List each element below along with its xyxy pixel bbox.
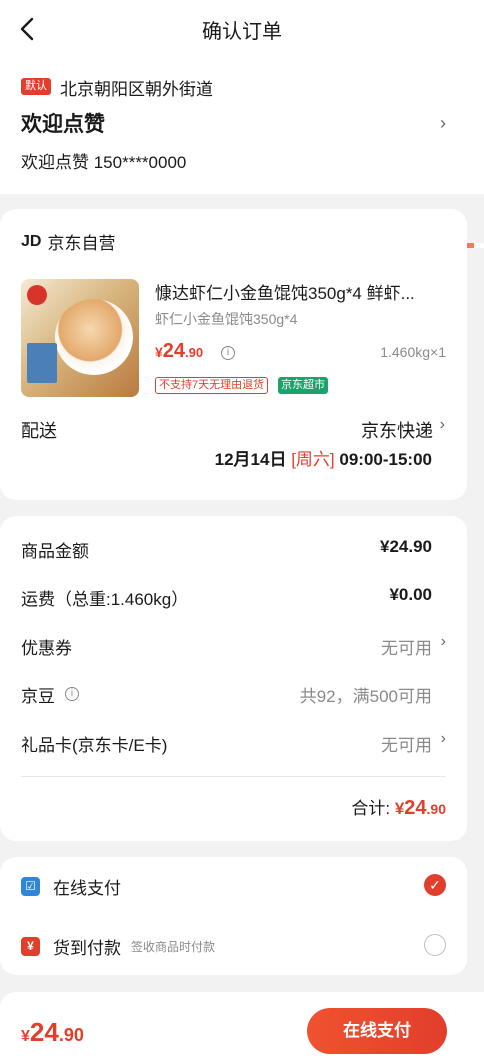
price-int: 24: [162, 340, 186, 362]
product-quantity: 1.460kg×1: [380, 344, 446, 360]
footer-price-dec: .90: [58, 1025, 84, 1045]
cod-pay-label: 货到付款: [53, 939, 121, 958]
coupon-value: 无可用: [381, 639, 432, 658]
radio-unchecked-icon[interactable]: [424, 934, 446, 956]
recipient-contact: 欢迎点赞 150****0000: [21, 153, 187, 172]
freight-label: 运费（总重:1.460kg）: [21, 590, 189, 609]
footer-total-price: ¥24.90: [21, 1017, 84, 1048]
order-item-card: JD 京东自营 慷达虾仁小金鱼馄饨350g*4 鲜虾... 虾仁小金鱼馄饨350…: [0, 209, 467, 500]
total-amount: ¥24.90: [394, 797, 446, 819]
gift-card-value: 无可用: [381, 736, 432, 755]
product-spec: 虾仁小金鱼馄饨350g*4: [155, 311, 298, 327]
footer-price-int: 24: [29, 1017, 59, 1047]
info-icon[interactable]: i: [221, 346, 235, 360]
goods-amount-row: 商品金额 ¥24.90: [21, 537, 446, 567]
chevron-right-icon[interactable]: ›: [440, 113, 446, 134]
payment-method-card: ☑ 在线支付 ✓ ¥ 货到付款 签收商品时付款: [0, 857, 467, 975]
radio-checked-icon[interactable]: ✓: [424, 874, 446, 896]
gift-card-label: 礼品卡(京东卡/E卡): [21, 736, 168, 755]
shipping-method[interactable]: 京东快递: [361, 417, 433, 443]
price-dec: .90: [185, 345, 204, 360]
chevron-right-icon: ›: [440, 730, 446, 747]
total-symbol: ¥: [394, 799, 405, 818]
payment-option-cod[interactable]: ¥ 货到付款 签收商品时付款: [21, 934, 446, 964]
package-illustration: [27, 343, 57, 383]
coupon-row[interactable]: 优惠券 无可用 ›: [21, 633, 446, 664]
product-title[interactable]: 慷达虾仁小金鱼馄饨350g*4 鲜虾...: [155, 279, 445, 304]
delivery-weekday: [周六]: [291, 450, 335, 469]
shipping-label: 配送: [21, 421, 57, 441]
no-return-tag: 不支持7天无理由退货: [155, 377, 269, 394]
delivery-time[interactable]: 12月14日 [周六] 09:00-15:00: [215, 445, 432, 470]
cod-pay-note: 签收商品时付款: [131, 940, 216, 954]
payment-option-online[interactable]: ☑ 在线支付 ✓: [21, 874, 446, 904]
price-symbol: ¥: [155, 344, 163, 360]
jd-supermarket-tag: 京东超市: [278, 377, 328, 394]
order-total: 合计: ¥24.90: [351, 794, 446, 820]
footer-price-symbol: ¥: [21, 1028, 30, 1045]
coupon-label: 优惠券: [21, 639, 72, 658]
product-image[interactable]: [21, 279, 139, 397]
address-section[interactable]: 默认 北京朝阳区朝外街道 欢迎点赞 欢迎点赞 150****0000 ›: [0, 58, 484, 248]
gift-card-row[interactable]: 礼品卡(京东卡/E卡) 无可用 ›: [21, 730, 446, 761]
shop-name: 京东自营: [47, 234, 116, 253]
chevron-right-icon[interactable]: ›: [440, 416, 445, 434]
top-bar: 确认订单: [0, 0, 484, 58]
jd-bean-label: 京豆: [21, 687, 55, 706]
online-pay-label: 在线支付: [53, 879, 121, 898]
price-summary-card: 商品金额 ¥24.90 运费（总重:1.460kg） ¥0.00 优惠券 无可用…: [0, 516, 467, 841]
page-title: 确认订单: [202, 21, 282, 43]
online-pay-icon: ☑: [21, 877, 40, 896]
freight-value: ¥0.00: [389, 585, 432, 604]
brand-logo-icon: [27, 285, 47, 305]
recipient-name: 欢迎点赞: [21, 113, 105, 136]
freight-row: 运费（总重:1.460kg） ¥0.00: [21, 585, 446, 615]
submit-payment-button[interactable]: 在线支付: [307, 1008, 447, 1054]
total-dec: .90: [426, 801, 446, 817]
bottom-pay-bar: ¥24.90 在线支付: [0, 992, 484, 1064]
jd-bean-value: 共92，满500可用: [299, 687, 432, 706]
goods-amount-value: ¥24.90: [380, 537, 432, 556]
jd-bean-row[interactable]: 京豆 i 共92，满500可用: [21, 682, 446, 712]
default-badge: 默认: [21, 78, 51, 95]
delivery-window: 09:00-15:00: [339, 450, 432, 469]
jd-logo-icon: JD: [21, 232, 42, 250]
product-price: ¥24.90: [155, 340, 203, 363]
goods-amount-label: 商品金额: [21, 542, 89, 561]
total-label: 合计:: [351, 799, 391, 818]
divider: [21, 776, 446, 777]
shop-header: JD 京东自营: [21, 229, 115, 254]
chevron-right-icon: ›: [440, 633, 446, 650]
bowl-illustration: [55, 299, 133, 375]
info-icon[interactable]: i: [65, 687, 79, 701]
cod-pay-icon: ¥: [21, 937, 40, 956]
delivery-date: 12月14日: [214, 450, 287, 469]
total-int: 24: [404, 797, 427, 819]
address-line: 北京朝阳区朝外街道: [60, 80, 213, 99]
